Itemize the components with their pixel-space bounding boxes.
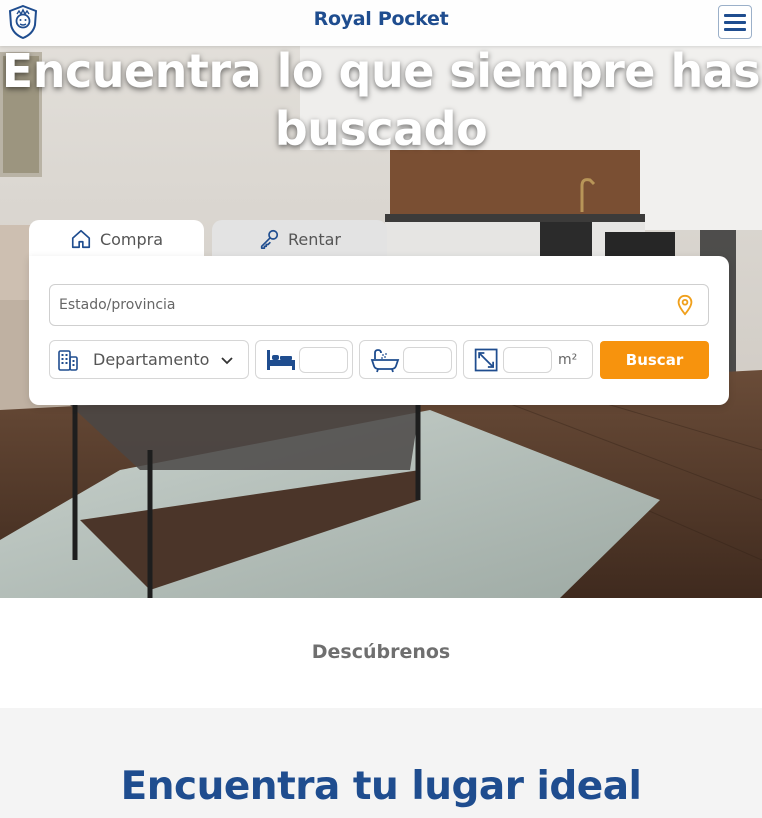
hamburger-menu-button[interactable] xyxy=(718,5,752,39)
house-icon xyxy=(71,229,91,249)
hamburger-icon-line xyxy=(724,28,746,31)
property-type-value: Departamento xyxy=(93,350,210,369)
brand-name[interactable]: Royal Pocket xyxy=(0,8,762,30)
location-input[interactable] xyxy=(50,285,660,325)
area-input[interactable] xyxy=(503,346,552,373)
location-field xyxy=(49,284,709,326)
discover-link[interactable]: Descúbrenos xyxy=(0,641,762,663)
tab-rentar-label: Rentar xyxy=(287,229,342,249)
map-pin-icon[interactable] xyxy=(674,294,696,316)
tab-compra-label: Compra xyxy=(99,229,164,249)
tab-rentar[interactable]: Rentar xyxy=(212,220,387,258)
bathrooms-input[interactable] xyxy=(403,346,452,373)
top-navbar: Royal Pocket xyxy=(0,0,762,46)
tab-compra[interactable]: Compra xyxy=(29,220,204,258)
area-filter: m² xyxy=(463,340,593,379)
key-icon xyxy=(260,229,279,249)
discover-section: Descúbrenos xyxy=(0,598,762,708)
ideal-place-section: Encuentra tu lugar ideal xyxy=(0,708,762,818)
chevron-down-icon xyxy=(221,356,234,364)
bathrooms-filter xyxy=(359,340,457,379)
area-unit-label: m² xyxy=(558,351,578,368)
search-card: Departamento xyxy=(29,256,729,405)
bathtub-icon xyxy=(370,348,400,372)
hero-title: Encuentra lo que siempre has buscado xyxy=(1,44,761,156)
bedrooms-filter xyxy=(255,340,353,379)
building-icon xyxy=(58,349,78,371)
hamburger-icon-line xyxy=(724,14,746,17)
hamburger-icon-line xyxy=(724,21,746,24)
ideal-place-title: Encuentra tu lugar ideal xyxy=(120,764,642,809)
bed-icon xyxy=(267,349,295,370)
bedrooms-input[interactable] xyxy=(299,346,348,373)
property-type-select[interactable]: Departamento xyxy=(49,340,249,379)
area-expand-icon xyxy=(474,348,498,371)
search-button[interactable]: Buscar xyxy=(600,341,709,379)
